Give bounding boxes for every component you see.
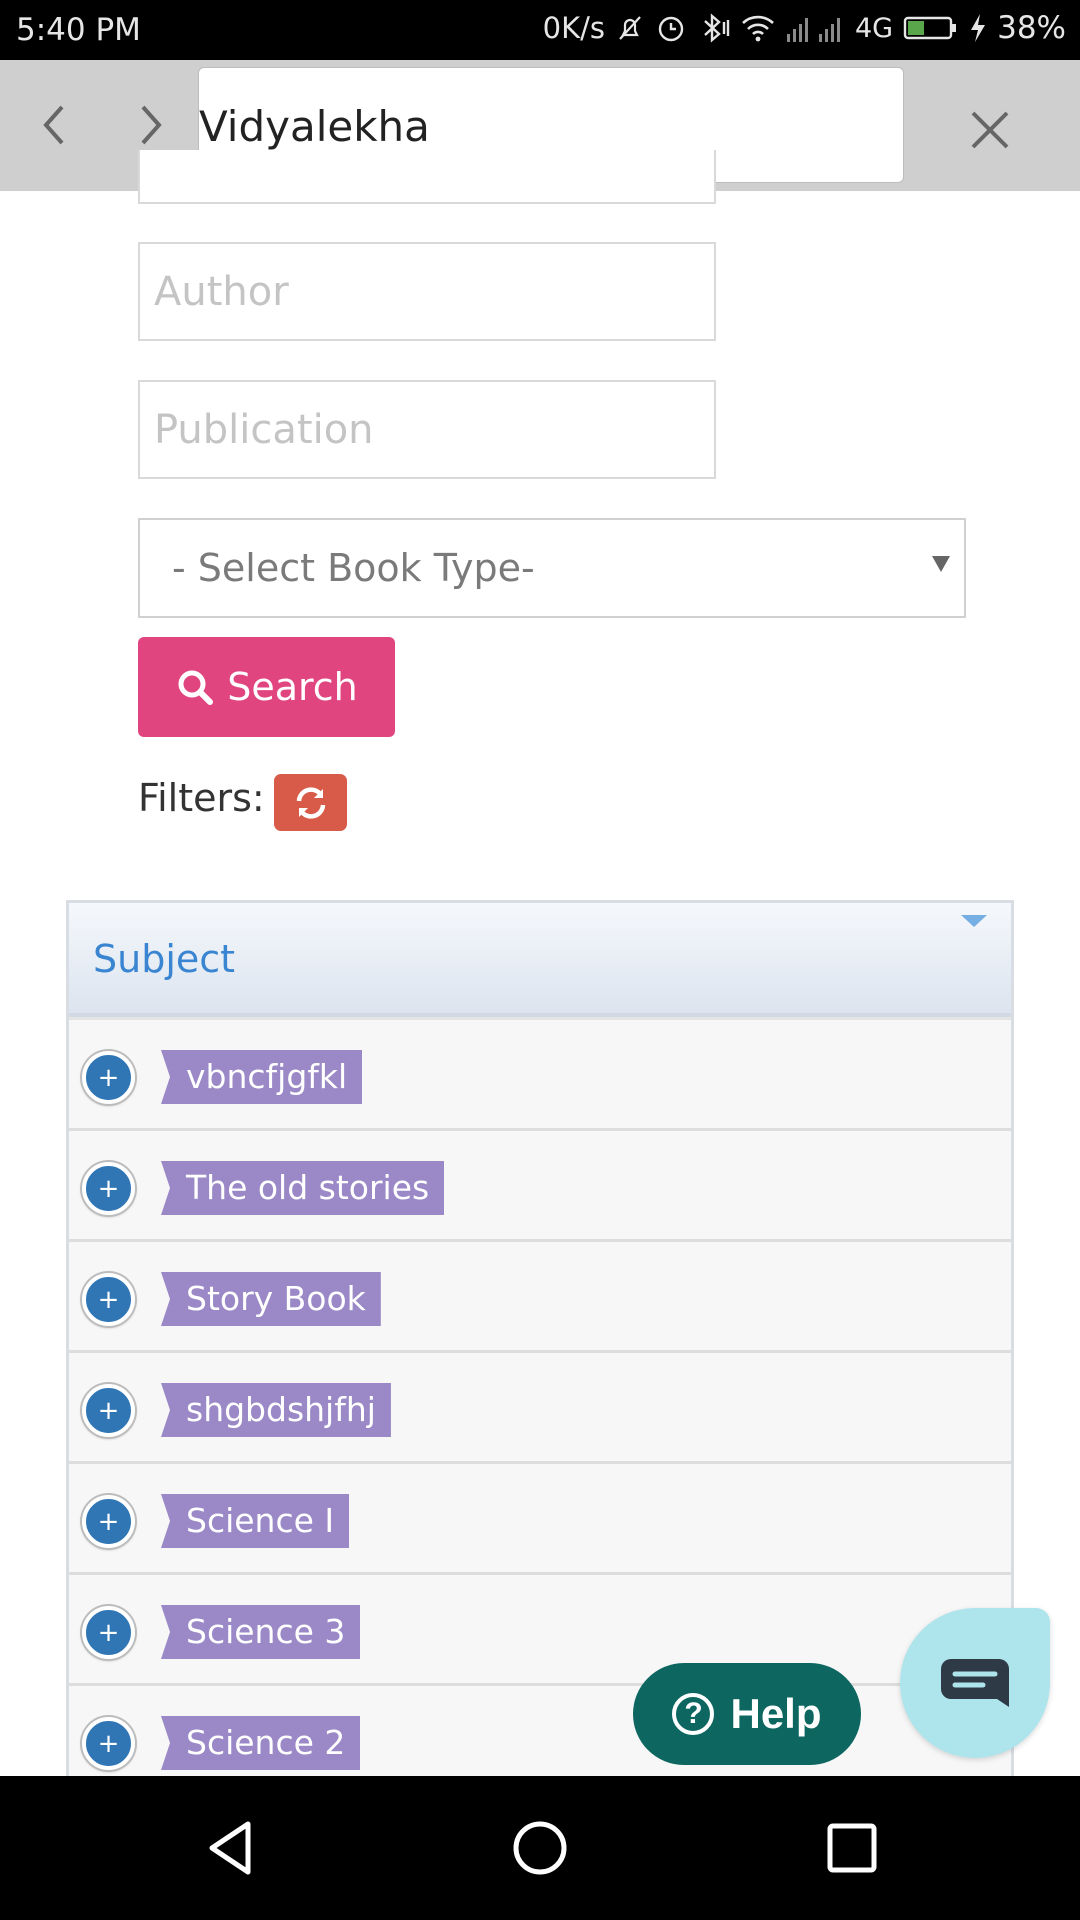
status-time: 5:40 PM xyxy=(16,12,141,48)
subject-panel: Subject + vbncfjgfkl + The old stories +… xyxy=(66,900,1014,1920)
expand-plus-icon[interactable]: + xyxy=(82,1717,135,1770)
bluetooth-icon xyxy=(697,12,731,44)
publication-input[interactable] xyxy=(140,382,714,477)
search-label: Search xyxy=(227,665,358,709)
subject-row: + Story Book xyxy=(69,1239,1011,1350)
triangle-back-icon xyxy=(209,1821,251,1875)
book-type-selected: - Select Book Type- xyxy=(172,546,535,590)
chat-button[interactable] xyxy=(900,1608,1050,1758)
net-speed: 0K/s xyxy=(542,11,605,45)
subject-row: + Science 3 xyxy=(69,1572,1011,1683)
status-bar: 5:40 PM 0K/s 4G 38% xyxy=(0,0,1080,60)
subject-row: + The old stories xyxy=(69,1128,1011,1239)
subject-tag[interactable]: Story Book xyxy=(161,1272,381,1326)
circle-home-icon xyxy=(513,1821,567,1875)
search-button[interactable]: Search xyxy=(138,637,395,737)
book-type-select[interactable]: - Select Book Type- xyxy=(138,518,966,618)
nav-recents-button[interactable] xyxy=(822,1818,882,1878)
network-type: 4G xyxy=(854,12,894,44)
subject-row: + shgbdshjfhj xyxy=(69,1350,1011,1461)
subject-panel-header[interactable]: Subject xyxy=(69,903,1011,1017)
square-recents-icon xyxy=(827,1823,877,1873)
expand-plus-icon[interactable]: + xyxy=(82,1384,135,1437)
back-button[interactable] xyxy=(30,100,80,150)
expand-plus-icon[interactable]: + xyxy=(82,1495,135,1548)
close-button[interactable] xyxy=(965,105,1015,155)
system-nav-bar xyxy=(0,1776,1080,1920)
help-question-icon: ? xyxy=(672,1693,715,1735)
expand-plus-icon[interactable]: + xyxy=(82,1273,135,1326)
chevron-right-icon xyxy=(141,105,162,145)
battery-percent: 38% xyxy=(997,10,1066,46)
battery-icon xyxy=(903,14,959,42)
signal-icon xyxy=(785,14,845,42)
chevron-left-icon xyxy=(43,105,64,145)
expand-plus-icon[interactable]: + xyxy=(82,1051,135,1104)
wifi-icon xyxy=(741,13,775,43)
subject-row: + vbncfjgfkl xyxy=(69,1017,1011,1128)
author-input[interactable] xyxy=(140,244,714,339)
subject-title: Subject xyxy=(93,937,236,981)
subject-tag[interactable]: vbncfjgfkl xyxy=(161,1050,363,1104)
help-label: Help xyxy=(730,1690,822,1737)
author-field[interactable] xyxy=(138,242,716,341)
refresh-icon xyxy=(296,786,325,819)
reset-filters-button[interactable] xyxy=(274,774,347,831)
url-text: Vidyalekha xyxy=(199,102,430,151)
nav-back-button[interactable] xyxy=(200,1818,260,1878)
search-icon xyxy=(178,670,214,705)
charging-icon xyxy=(969,13,987,43)
help-button[interactable]: ? Help xyxy=(633,1663,861,1765)
mute-icon xyxy=(615,13,645,43)
filters-label: Filters: xyxy=(138,776,265,820)
scrolled-input-field[interactable] xyxy=(138,150,716,204)
dropdown-arrow-icon xyxy=(932,556,950,572)
expand-plus-icon[interactable]: + xyxy=(82,1162,135,1215)
subject-tag[interactable]: Science 2 xyxy=(161,1716,361,1770)
nav-home-button[interactable] xyxy=(510,1818,570,1878)
subject-tag[interactable]: Science I xyxy=(161,1494,350,1548)
collapse-toggle-icon[interactable] xyxy=(961,915,987,927)
forward-button[interactable] xyxy=(125,100,175,150)
chat-bubble-icon xyxy=(941,1659,1009,1707)
subject-tag[interactable]: Science 3 xyxy=(161,1605,361,1659)
close-icon xyxy=(971,111,1009,149)
subject-tag[interactable]: The old stories xyxy=(161,1161,445,1215)
expand-plus-icon[interactable]: + xyxy=(82,1606,135,1659)
subject-tag[interactable]: shgbdshjfhj xyxy=(161,1383,391,1437)
alarm-icon xyxy=(655,12,687,44)
subject-row: + Science I xyxy=(69,1461,1011,1572)
publication-field[interactable] xyxy=(138,380,716,479)
status-icons: 0K/s 4G 38% xyxy=(543,10,1066,46)
